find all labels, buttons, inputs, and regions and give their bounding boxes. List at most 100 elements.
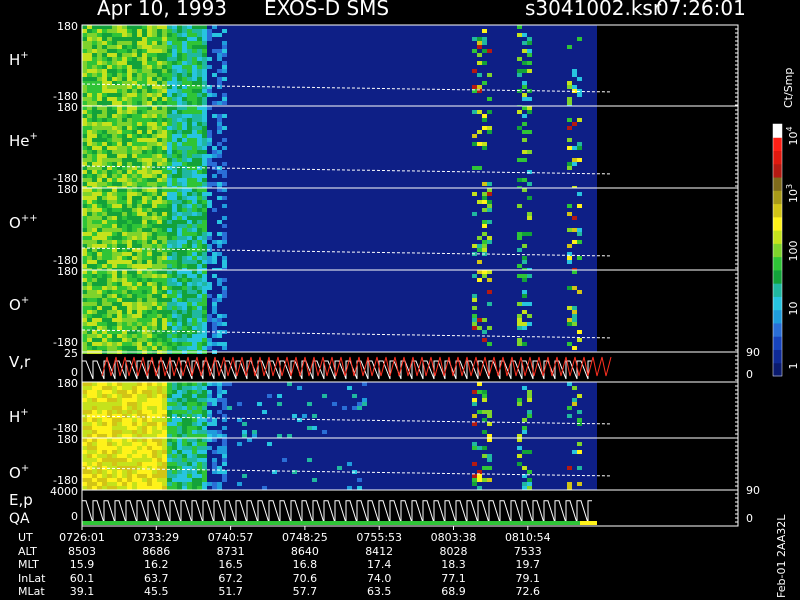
spectrogram-cell [202, 216, 207, 220]
spectrogram-cell [172, 93, 177, 97]
spectrogram-cell [102, 310, 107, 314]
spectrogram-cell [82, 458, 87, 462]
spectrogram-cell [182, 182, 187, 186]
spectrogram-cell [87, 382, 92, 386]
spectrogram-cell [97, 110, 102, 114]
spectrogram-cell [172, 390, 177, 394]
spectrogram-cell [102, 274, 107, 278]
spectrogram-cell [167, 232, 172, 236]
spectrogram-cell [97, 114, 102, 118]
spectrogram-cell [202, 118, 207, 122]
spectrogram-cell [197, 236, 202, 240]
spectrogram-cell [162, 97, 167, 101]
spectrogram-cell [92, 130, 97, 134]
spectrogram-cell [187, 41, 192, 45]
spectrogram-cell [117, 174, 122, 178]
spectrogram-cell [172, 294, 177, 298]
spectrogram-cell [117, 41, 122, 45]
spectrogram-cell [147, 458, 152, 462]
spectrogram-cell [187, 286, 192, 290]
spectrogram-cell [142, 454, 147, 458]
spectrogram-cell [137, 414, 142, 418]
spectrogram-cell [97, 208, 102, 212]
spectrogram-cell [97, 174, 102, 178]
spectrogram-cell [172, 402, 177, 406]
spectrogram-cell [167, 470, 172, 474]
colorbar-tick: 104 [785, 126, 800, 145]
spectrogram-cell [122, 41, 127, 45]
spectrogram-cell [187, 170, 192, 174]
spectrogram-cell [212, 101, 217, 105]
spectrogram-cell [107, 174, 112, 178]
spectrogram-cell [107, 200, 112, 204]
spectrogram-cell [157, 57, 162, 61]
spectrogram-cell [157, 422, 162, 426]
spectrogram-cell [92, 298, 97, 302]
spectrogram-cell [162, 390, 167, 394]
spectrogram-cell [482, 248, 487, 252]
spectrogram-cell [167, 114, 172, 118]
spectrogram-cell [132, 410, 137, 414]
spectrogram-cell [117, 446, 122, 450]
spectrogram-cell [162, 310, 167, 314]
spectrogram-cell [97, 158, 102, 162]
spectrogram-cell [137, 134, 142, 138]
spectrogram-cell [152, 57, 157, 61]
spectrogram-cell [82, 462, 87, 466]
spectrogram-cell [142, 93, 147, 97]
spectrogram-cell [102, 458, 107, 462]
spectrogram-cell [127, 130, 132, 134]
spectrogram-cell [147, 264, 152, 268]
spectrogram-cell [197, 240, 202, 244]
spectrogram-cell [137, 200, 142, 204]
spectrogram-cell [202, 256, 207, 260]
spectrogram-cell [157, 330, 162, 334]
spectrogram-cell [577, 330, 582, 334]
spectrogram-cell [142, 192, 147, 196]
spectrogram-cell [127, 208, 132, 212]
spectrogram-cell [142, 256, 147, 260]
spectrogram-cell [172, 314, 177, 318]
spectrogram-cell [167, 418, 172, 422]
spectrogram-cell [222, 322, 227, 326]
spectrogram-cell [202, 170, 207, 174]
spectrogram-cell [147, 394, 152, 398]
spectrogram-cell [122, 170, 127, 174]
spectrogram-cell [202, 474, 207, 478]
spectrogram-cell [112, 220, 117, 224]
spectrogram-cell [92, 398, 97, 402]
spectrogram-cell [517, 402, 522, 406]
spectrogram-cell [152, 386, 157, 390]
ephemeris-cell: 77.1 [441, 571, 466, 585]
spectrogram-cell [222, 402, 227, 406]
spectrogram-cell [517, 158, 522, 162]
spectrogram-cell [162, 122, 167, 126]
spectrogram-cell [167, 166, 172, 170]
spectrogram-cell [92, 232, 97, 236]
ephemeris-row-label: ALT [18, 544, 37, 558]
spectrogram-cell [187, 25, 192, 29]
spectrogram-cell [97, 232, 102, 236]
spectrogram-cell [177, 106, 182, 110]
spectrogram-cell [192, 244, 197, 248]
spectrogram-cell [132, 73, 137, 77]
spectrogram-cell [312, 414, 317, 418]
spectrogram-cell [132, 390, 137, 394]
spectrogram-cell [97, 150, 102, 154]
spectrogram-cell [477, 166, 482, 170]
spectrogram-cell [97, 93, 102, 97]
spectrogram-cell [102, 286, 107, 290]
spectrogram-cell [97, 61, 102, 65]
spectrogram-cell [162, 322, 167, 326]
spectrogram-cell [87, 192, 92, 196]
spectrogram-cell [142, 306, 147, 310]
spectrogram-cell [142, 142, 147, 146]
spectrogram-cell [222, 146, 227, 150]
spectrogram-cell [82, 334, 87, 338]
spectrogram-cell [92, 65, 97, 69]
spectrogram-cell [477, 142, 482, 146]
spectrogram-cell [192, 318, 197, 322]
spectrogram-cell [92, 154, 97, 158]
spectrogram-cell [157, 208, 162, 212]
spectrogram-cell [192, 306, 197, 310]
